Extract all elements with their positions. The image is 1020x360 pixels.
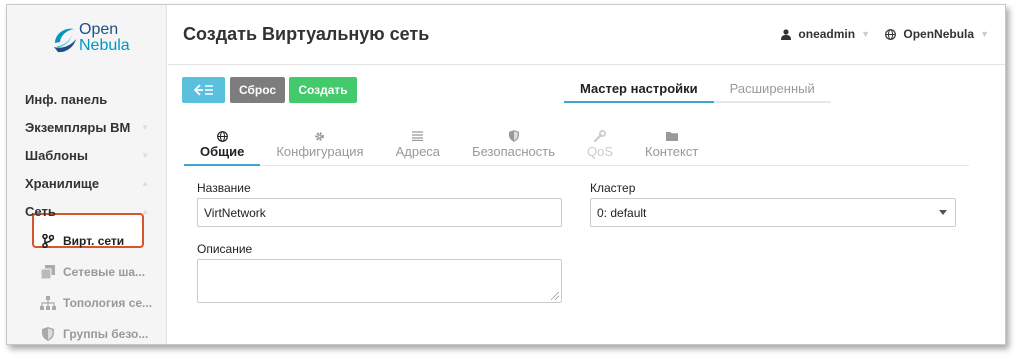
tab-label: Безопасность: [472, 144, 555, 159]
tab-general[interactable]: Общие: [184, 125, 261, 166]
sidebar-item-templates[interactable]: Шаблоны ▼: [7, 141, 167, 169]
sidebar-subitem-virtual-networks[interactable]: Вирт. сети: [7, 225, 167, 256]
back-list-icon: [193, 84, 214, 96]
tab-security[interactable]: Безопасность: [456, 125, 571, 166]
top-header: Создать Виртуальную сеть oneadmin ▼ Open…: [168, 5, 1005, 65]
cluster-select[interactable]: 0: default: [590, 198, 956, 227]
page-title: Создать Виртуальную сеть: [183, 24, 430, 44]
logo-text: Open Nebula: [79, 22, 130, 54]
tab-label: Общие: [200, 144, 245, 159]
sidebar-item-storage[interactable]: Хранилище ▲: [7, 169, 167, 197]
user-icon: [781, 28, 792, 40]
sidebar-subitem-label: Группы безо...: [63, 326, 149, 341]
zone-name: OpenNebula: [903, 27, 975, 41]
resize-grip-icon[interactable]: [551, 292, 559, 300]
sidebar-subitem-label: Вирт. сети: [63, 233, 125, 248]
folder-icon: [665, 129, 678, 143]
sidebar-item-label: Шаблоны: [25, 147, 88, 163]
globe-icon: [216, 129, 228, 143]
gear-icon: [314, 129, 325, 143]
tab-label: Адреса: [395, 144, 441, 159]
tab-label: Конфигурация: [276, 144, 364, 159]
chevron-down-icon: ▼: [861, 29, 870, 39]
sidebar-subitem-network-topology[interactable]: Топология се...: [7, 287, 167, 318]
tab-label: QoS: [586, 144, 613, 159]
tab-label: Контекст: [645, 144, 699, 159]
section-tabs: Общие Конфигурация Адреса Безопасность Q…: [184, 125, 969, 166]
sidebar: Open Nebula Инф. панель Экземпляры ВМ ▼ …: [7, 5, 167, 344]
description-label: Описание: [197, 242, 253, 256]
sidebar-nav: Инф. панель Экземпляры ВМ ▼ Шаблоны ▼ Хр…: [7, 85, 167, 344]
sidebar-subitem-security-groups[interactable]: Группы безо...: [7, 318, 167, 344]
copy-icon: [39, 264, 57, 279]
sidebar-item-vms[interactable]: Экземпляры ВМ ▼: [7, 113, 167, 141]
sidebar-item-network[interactable]: Сеть ▲: [7, 197, 167, 225]
sidebar-item-label: Сеть: [25, 203, 56, 219]
cluster-label: Кластер: [590, 181, 636, 195]
tab-context[interactable]: Контекст: [629, 125, 714, 166]
tab-wizard[interactable]: Мастер настройки: [564, 81, 714, 103]
tab-qos[interactable]: QoS: [571, 125, 629, 166]
shield-icon: [508, 129, 519, 143]
tab-advanced[interactable]: Расширенный: [713, 81, 831, 103]
wrench-icon: [593, 129, 606, 143]
cluster-select-value: 0: default: [597, 205, 647, 220]
chevron-down-icon: [939, 210, 947, 215]
chevron-down-icon: ▼: [141, 122, 149, 132]
sidebar-item-dashboard[interactable]: Инф. панель: [7, 85, 167, 113]
opennebula-logo[interactable]: Open Nebula: [52, 21, 142, 61]
name-input[interactable]: VirtNetwork: [197, 198, 562, 227]
globe-icon: [885, 28, 897, 40]
reset-button[interactable]: Сброс: [230, 77, 285, 103]
sidebar-subitem-label: Сетевые ша...: [63, 264, 146, 279]
description-textarea[interactable]: [197, 259, 562, 303]
shield-icon: [39, 326, 57, 341]
user-name: oneadmin: [798, 27, 856, 41]
logo-line-1: Open: [79, 21, 119, 38]
name-label: Название: [197, 181, 251, 195]
name-input-value: VirtNetwork: [204, 205, 266, 220]
create-button[interactable]: Создать: [289, 77, 357, 103]
sidebar-item-label: Экземпляры ВМ: [25, 119, 131, 135]
sidebar-subitem-label: Топология се...: [63, 295, 153, 310]
tab-configuration[interactable]: Конфигурация: [260, 125, 379, 166]
chevron-down-icon: ▼: [141, 150, 149, 160]
sidebar-item-label: Хранилище: [25, 175, 100, 191]
app-window: Open Nebula Инф. панель Экземпляры ВМ ▼ …: [6, 4, 1006, 345]
sitemap-icon: [39, 295, 57, 310]
logo-line-2: Nebula: [79, 37, 130, 54]
user-menu[interactable]: oneadmin ▼: [781, 27, 870, 41]
zone-menu[interactable]: OpenNebula ▼: [885, 27, 989, 41]
back-button[interactable]: [182, 77, 225, 103]
code-fork-icon: [39, 233, 57, 248]
tab-addresses[interactable]: Адреса: [380, 125, 456, 166]
chevron-up-icon: ▲: [141, 178, 149, 188]
mode-tabs: Мастер настройки Расширенный: [564, 81, 831, 103]
chevron-up-icon: ▲: [141, 206, 149, 216]
list-icon: [412, 129, 424, 143]
logo-icon: [54, 28, 76, 53]
chevron-down-icon: ▼: [980, 29, 989, 39]
sidebar-item-label: Инф. панель: [25, 91, 108, 107]
sidebar-subitem-network-templates[interactable]: Сетевые ша...: [7, 256, 167, 287]
